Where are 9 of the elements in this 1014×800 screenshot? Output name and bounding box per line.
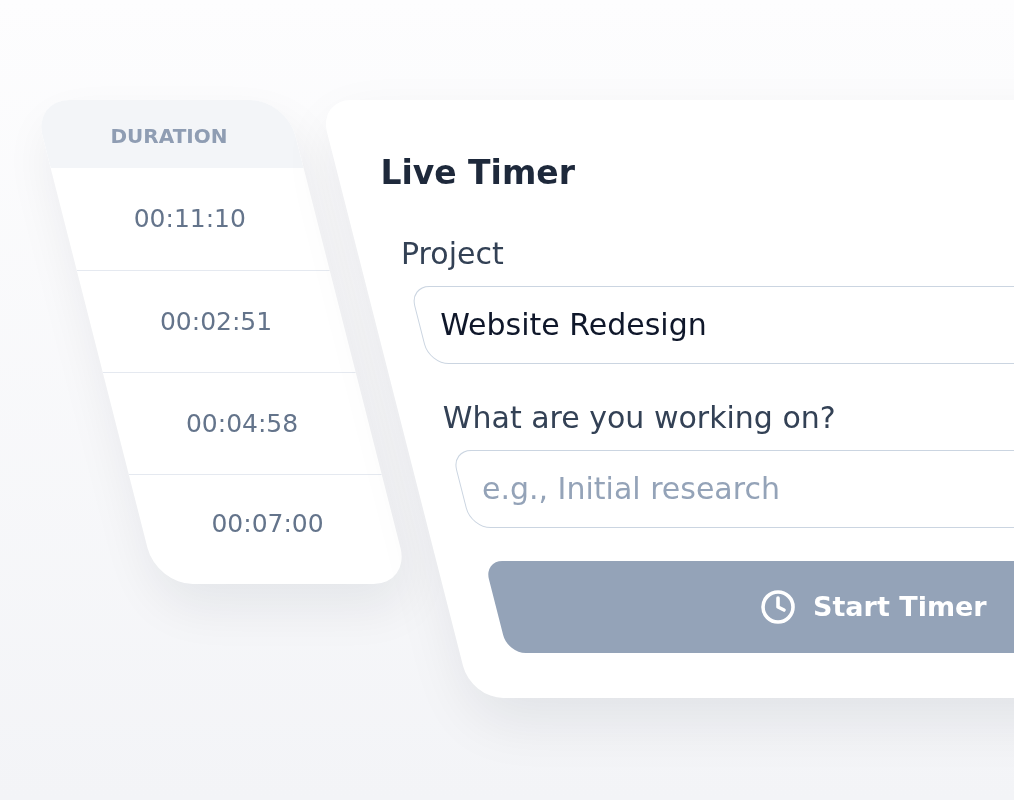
field-label: What are you working on?	[442, 400, 836, 436]
duration-cell: 00:02:51	[160, 306, 273, 337]
column-header: DURATION	[110, 124, 228, 148]
duration-cell: 00:04:58	[186, 408, 299, 439]
duration-cell: 00:11:10	[134, 204, 247, 234]
card-title: Live Timer	[380, 153, 575, 193]
duration-cell: 00:07:00	[211, 509, 325, 539]
field-label: Project	[401, 236, 504, 272]
clock-icon	[759, 589, 796, 625]
